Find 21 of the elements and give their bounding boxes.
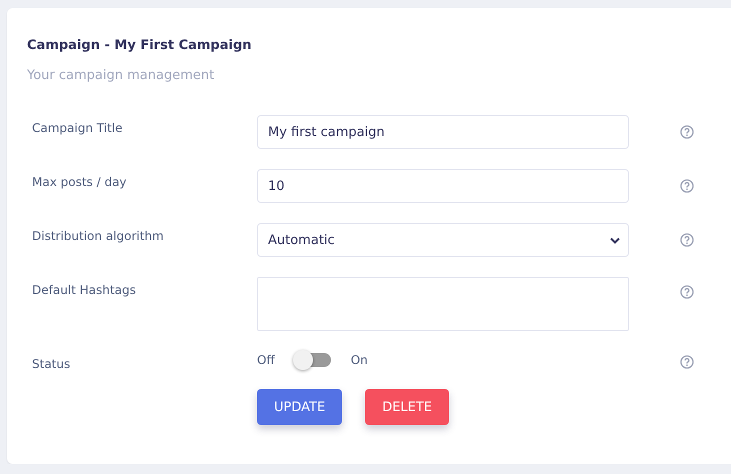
help-icon[interactable] <box>680 179 694 193</box>
help-icon[interactable] <box>680 355 694 369</box>
card-title: Campaign - My First Campaign <box>27 38 253 53</box>
update-button[interactable]: UPDATE <box>257 389 342 425</box>
off-label: Off <box>257 353 275 367</box>
text-field[interactable]: My first campaign <box>257 115 629 149</box>
help-icon[interactable] <box>680 233 694 247</box>
card-subtitle: Your campaign management <box>27 68 216 83</box>
chevron-down-icon <box>610 236 620 244</box>
textarea-field[interactable] <box>257 277 629 331</box>
help-icon[interactable] <box>680 125 694 139</box>
field-label: Max posts / day <box>32 174 128 189</box>
field-label: Status <box>32 356 72 371</box>
toggle-switch[interactable] <box>294 353 331 367</box>
select-field[interactable]: Automatic <box>257 223 629 257</box>
text-field[interactable]: 10 <box>257 169 629 203</box>
field-label: Campaign Title <box>32 120 124 135</box>
on-label: On <box>350 353 368 367</box>
field-label: Distribution algorithm <box>32 228 165 243</box>
field-label: Default Hashtags <box>32 282 137 297</box>
help-icon[interactable] <box>680 285 694 299</box>
